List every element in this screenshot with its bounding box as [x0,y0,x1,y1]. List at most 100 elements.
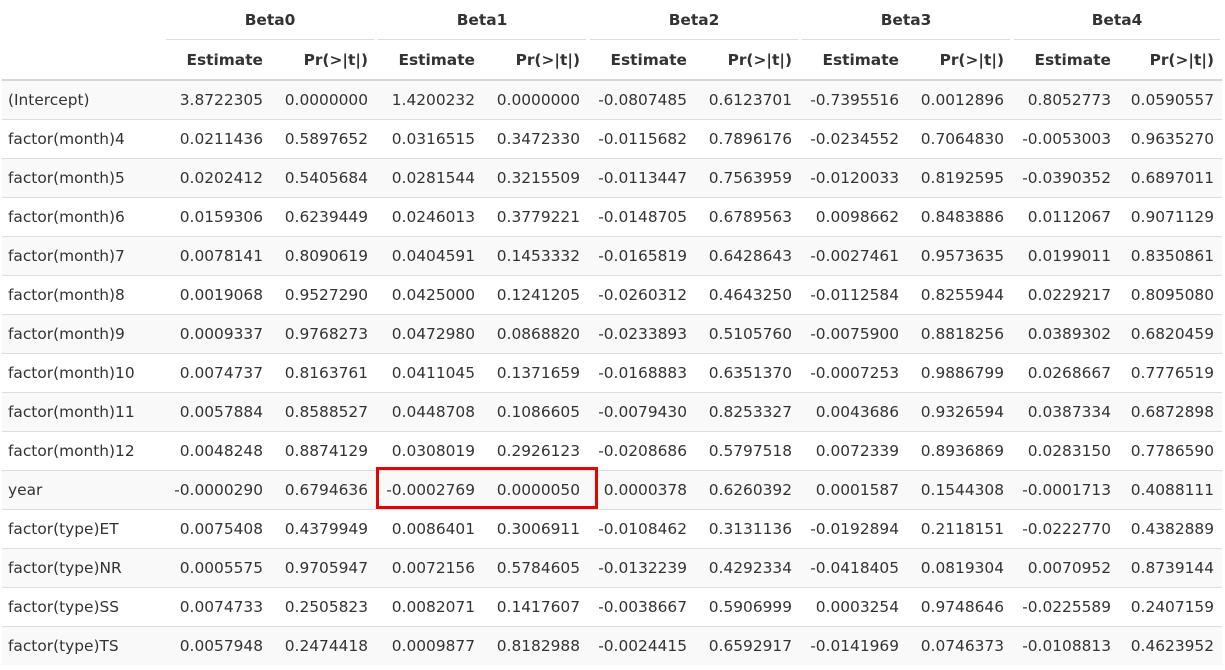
estimate-cell: 0.0229217 [1012,274,1119,314]
estimate-cell: 0.0082071 [376,586,483,626]
row-label: factor(type)ET [2,508,164,548]
row-label: factor(month)6 [2,196,164,236]
group-header-row: Beta0 Beta1 Beta2 Beta3 Beta4 [2,0,1222,40]
estimate-cell: 0.0202412 [164,157,271,197]
estimate-cell: 0.0268667 [1012,352,1119,392]
estimate-cell: 0.0043686 [800,391,907,431]
group-header: Beta3 [800,0,1012,40]
estimate-cell: 0.0281544 [376,157,483,197]
column-header-estimate: Estimate [588,40,695,81]
pvalue-cell: 0.8818256 [907,313,1012,353]
table-row: factor(type)ET 0.0075408 0.4379949 0.008640… [2,508,1222,548]
table-row: (Intercept) 3.8722305 0.0000000 1.4200232 0.… [2,79,1222,119]
estimate-cell: 0.0057948 [164,625,271,665]
pvalue-cell: 0.0590557 [1119,79,1222,119]
estimate-cell: 0.0199011 [1012,235,1119,275]
estimate-cell: 0.0389302 [1012,313,1119,353]
estimate-cell: -0.0168883 [588,352,695,392]
estimate-cell: 0.0072156 [376,547,483,587]
estimate-cell: 0.0001587 [800,469,907,509]
estimate-cell: -0.0807485 [588,79,695,119]
group-header-label: Beta3 [802,0,1010,40]
pvalue-cell: 0.8350861 [1119,235,1222,275]
estimate-cell: 0.0070952 [1012,547,1119,587]
table-body: (Intercept) 3.8722305 0.0000000 1.4200232 0.… [2,79,1222,665]
pvalue-cell: 0.0000000 [483,79,588,119]
pvalue-cell: 0.5784605 [483,547,588,587]
pvalue-cell: 0.6260392 [695,469,800,509]
pvalue-cell: 0.4292334 [695,547,800,587]
estimate-cell: 3.8722305 [164,79,271,119]
estimate-cell: 0.0112067 [1012,196,1119,236]
column-header-pvalue: Pr(>|t|) [1119,40,1222,81]
estimate-cell: 0.0078141 [164,235,271,275]
group-header-label: Beta2 [590,0,798,40]
pvalue-cell: 0.4088111 [1119,469,1222,509]
estimate-cell: -0.0165819 [588,235,695,275]
estimate-cell: 0.0009337 [164,313,271,353]
estimate-cell: 0.0048248 [164,430,271,470]
pvalue-cell: 0.8163761 [271,352,376,392]
pvalue-cell: 0.6789563 [695,196,800,236]
estimate-cell: -0.0075900 [800,313,907,353]
pvalue-cell: 0.7064830 [907,118,1012,158]
estimate-cell: -0.0234552 [800,118,907,158]
column-header-estimate: Estimate [376,40,483,81]
estimate-cell: 0.0003254 [800,586,907,626]
pvalue-cell: 0.0000000 [271,79,376,119]
pvalue-cell: 0.6592917 [695,625,800,665]
estimate-cell: 0.0075408 [164,508,271,548]
column-header-estimate: Estimate [164,40,271,81]
row-label: factor(month)8 [2,274,164,314]
table-row: factor(month)12 0.0048248 0.8874129 0.03080… [2,430,1222,470]
pvalue-cell: 0.9768273 [271,313,376,353]
estimate-cell: 0.0316515 [376,118,483,158]
row-label: factor(type)NR [2,547,164,587]
estimate-cell: -0.0108813 [1012,625,1119,665]
group-header-label: Beta0 [166,0,374,40]
stub-header [2,0,164,40]
pvalue-cell: 0.9573635 [907,235,1012,275]
table-row: factor(month)4 0.0211436 0.5897652 0.031651… [2,118,1222,158]
table-row: factor(month)11 0.0057884 0.8588527 0.04487… [2,391,1222,431]
pvalue-cell: 0.5797518 [695,430,800,470]
estimate-cell: -0.0024415 [588,625,695,665]
group-header-label: Beta1 [378,0,586,40]
estimate-cell: 0.0057884 [164,391,271,431]
pvalue-cell: 0.2407159 [1119,586,1222,626]
pvalue-cell: 0.1241205 [483,274,588,314]
estimate-cell: 0.0159306 [164,196,271,236]
pvalue-cell: 0.8936869 [907,430,1012,470]
pvalue-cell: 0.8182988 [483,625,588,665]
pvalue-cell: 0.3779221 [483,196,588,236]
estimate-cell: -0.0113447 [588,157,695,197]
estimate-cell: -0.0148705 [588,196,695,236]
pvalue-cell: 0.3472330 [483,118,588,158]
estimate-cell: 1.4200232 [376,79,483,119]
pvalue-cell: 0.9635270 [1119,118,1222,158]
pvalue-cell: 0.1453332 [483,235,588,275]
row-label: factor(month)9 [2,313,164,353]
estimate-cell: 0.0425000 [376,274,483,314]
pvalue-cell: 0.8483886 [907,196,1012,236]
pvalue-cell: 0.7563959 [695,157,800,197]
column-header-pvalue: Pr(>|t|) [271,40,376,81]
estimate-cell: -0.0007253 [800,352,907,392]
pvalue-cell: 0.6872898 [1119,391,1222,431]
row-label: factor(month)12 [2,430,164,470]
pvalue-cell: 0.3131136 [695,508,800,548]
group-header: Beta4 [1012,0,1222,40]
pvalue-cell: 0.5906999 [695,586,800,626]
estimate-cell: 0.0283150 [1012,430,1119,470]
estimate-cell: -0.0038667 [588,586,695,626]
pvalue-cell: 0.6239449 [271,196,376,236]
estimate-cell: -0.7395516 [800,79,907,119]
pvalue-cell: 0.0012896 [907,79,1012,119]
pvalue-cell: 0.6428643 [695,235,800,275]
pvalue-cell: 0.7896176 [695,118,800,158]
estimate-cell: -0.0120033 [800,157,907,197]
pvalue-cell: 0.8588527 [271,391,376,431]
estimate-cell: 0.0387334 [1012,391,1119,431]
table-row: year -0.0000290 0.6794636 -0.0002769 0.00000… [2,469,1222,509]
estimate-cell: 0.8052773 [1012,79,1119,119]
